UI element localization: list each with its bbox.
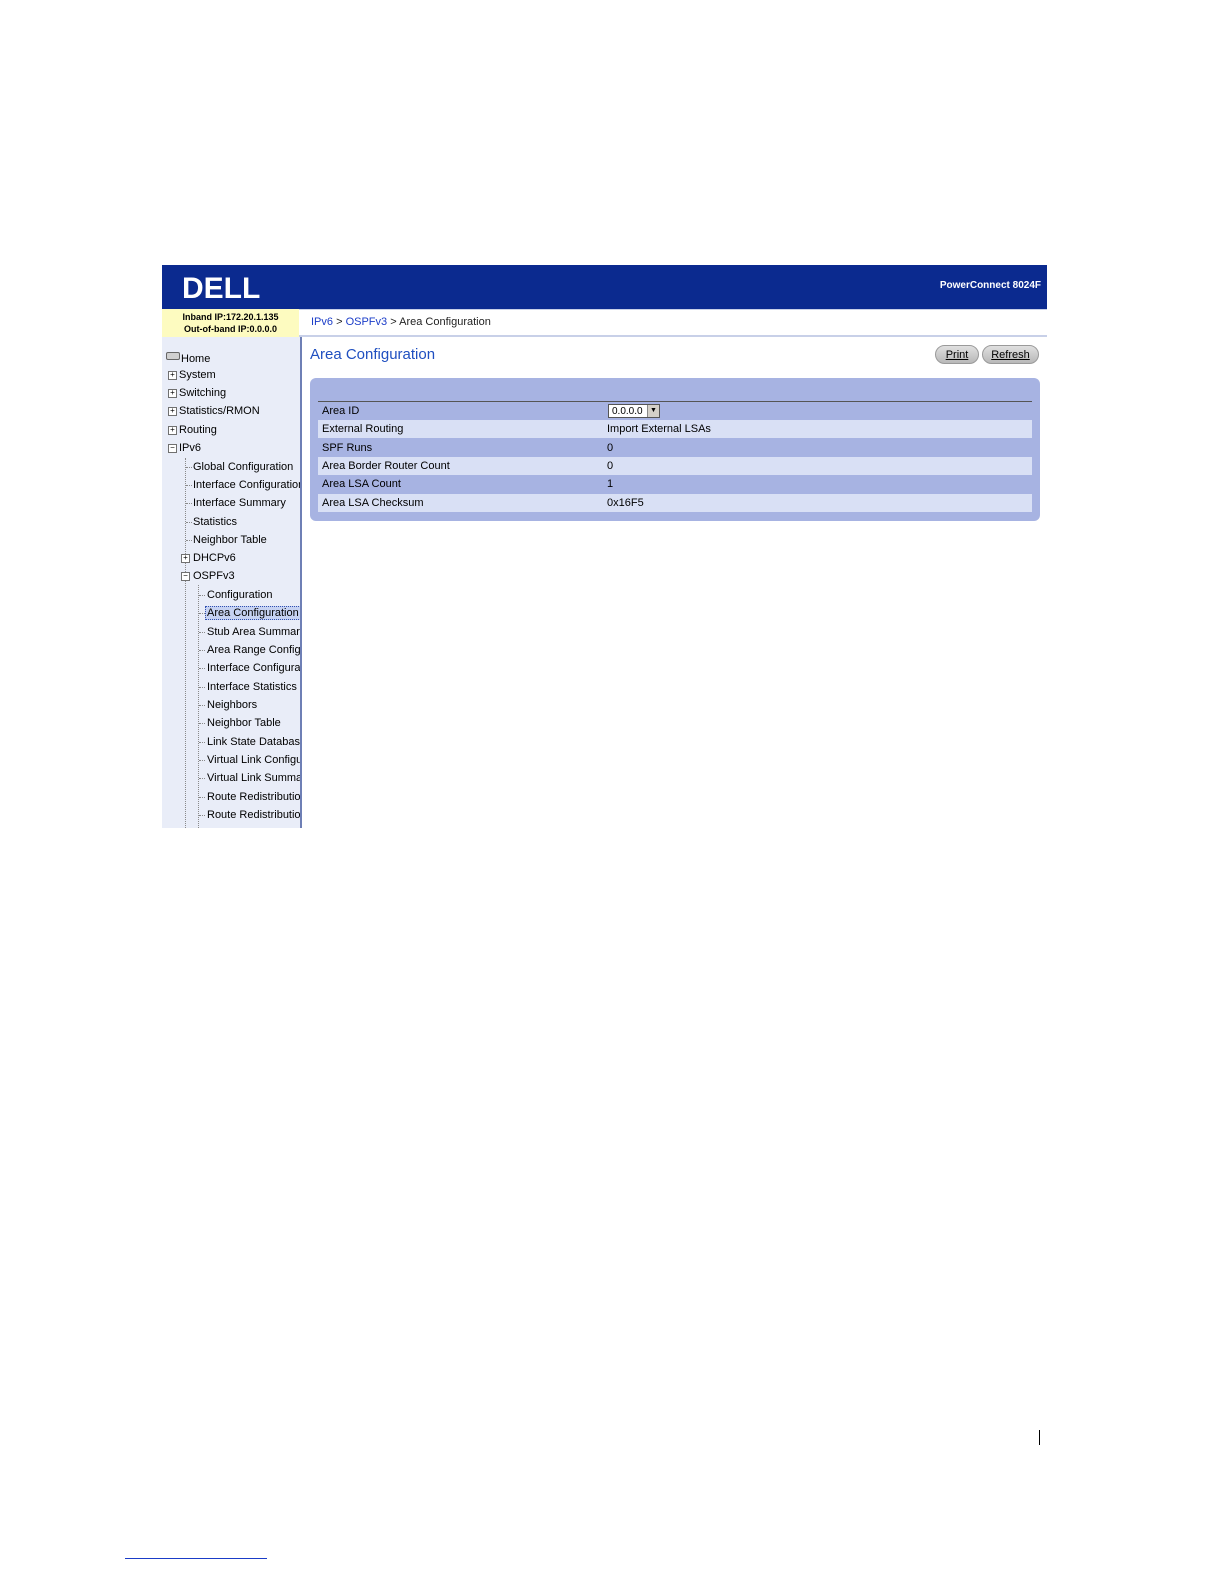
- breadcrumb-separator: >: [390, 316, 397, 328]
- browser-screenshot: DELL PowerConnect 8024F Inband IP:172.20…: [162, 265, 1047, 828]
- sidebar-item-interface-statistics[interactable]: Interface Statistics: [207, 681, 297, 693]
- row-label: SPF Runs: [322, 442, 373, 454]
- tree-branch: [199, 650, 205, 651]
- sidebar-item-statistics-rmon[interactable]: Statistics/RMON: [179, 405, 260, 417]
- area-id-select[interactable]: 0.0.0.0 ▼: [608, 404, 660, 418]
- home-icon: [166, 352, 180, 360]
- row-value: 1: [607, 478, 614, 490]
- tree-branch: [199, 760, 205, 761]
- tree-branch: [199, 632, 205, 633]
- collapse-icon[interactable]: −: [168, 444, 177, 453]
- sidebar-item-virtual-link-configuration[interactable]: Virtual Link Configuration: [207, 754, 300, 766]
- sidebar-item-global-configuration[interactable]: Global Configuration: [193, 461, 293, 473]
- row-label: Area LSA Checksum: [322, 497, 424, 509]
- sidebar-item-ospf-interface-configuration[interactable]: Interface Configuration: [207, 662, 300, 674]
- sidebar-item-home[interactable]: Home: [181, 353, 210, 365]
- print-button[interactable]: Print: [935, 345, 979, 364]
- expand-icon[interactable]: +: [168, 407, 177, 416]
- tree-branch: [186, 485, 192, 486]
- sidebar-item-neighbors[interactable]: Neighbors: [207, 699, 257, 711]
- tree-branch: [199, 723, 205, 724]
- sidebar-item-dhcpv6[interactable]: DHCPv6: [193, 552, 236, 564]
- area-config-panel: Area ID 0.0.0.0 ▼ External Routing Impor…: [310, 378, 1040, 521]
- breadcrumb-separator: >: [336, 316, 343, 328]
- expand-icon[interactable]: +: [168, 426, 177, 435]
- tree-branch: [199, 778, 205, 779]
- row-external-routing: External Routing Import External LSAs: [318, 420, 1032, 438]
- tree-branch: [199, 668, 205, 669]
- expand-icon[interactable]: +: [168, 389, 177, 398]
- breadcrumb-ospfv3-link[interactable]: OSPFv3: [346, 316, 388, 328]
- sidebar-item-ipv6[interactable]: IPv6: [179, 442, 201, 454]
- sidebar-tree: Home + System + Switching + Statistics/R…: [162, 337, 302, 828]
- sidebar-item-area-range-configuration[interactable]: Area Range Configuration: [207, 644, 300, 656]
- row-spf-runs: SPF Runs 0: [318, 439, 1032, 457]
- sidebar-item-ospf-neighbor-table[interactable]: Neighbor Table: [207, 717, 281, 729]
- sidebar-item-ospfv3[interactable]: OSPFv3: [193, 570, 235, 582]
- tree-branch: [186, 540, 192, 541]
- header-banner: DELL PowerConnect 8024F: [162, 265, 1047, 309]
- tree-branch: [199, 687, 205, 688]
- row-area-border-router-count: Area Border Router Count 0: [318, 457, 1032, 475]
- dell-logo: DELL: [182, 272, 260, 305]
- row-value: Import External LSAs: [607, 423, 711, 435]
- sidebar-item-stub-area-summary[interactable]: Stub Area Summary: [207, 626, 300, 638]
- sidebar-item-route-redistribution-summary[interactable]: Route Redistribution: [207, 809, 300, 821]
- sidebar-item-area-configuration[interactable]: Area Configuration: [205, 606, 300, 620]
- row-label: Area LSA Count: [322, 478, 401, 490]
- tree-branch: [186, 503, 192, 504]
- tree-guide-line: [198, 585, 199, 828]
- breadcrumb-current: Area Configuration: [399, 316, 491, 328]
- inband-ip: Inband IP:172.20.1.135: [182, 312, 279, 322]
- sidebar-item-switching[interactable]: Switching: [179, 387, 226, 399]
- sidebar-item-ospf-configuration[interactable]: Configuration: [207, 589, 272, 601]
- sidebar-item-routing[interactable]: Routing: [179, 424, 217, 436]
- tree-branch: [199, 595, 205, 596]
- product-name: PowerConnect 8024F: [939, 280, 1041, 291]
- tree-branch: [199, 797, 205, 798]
- tree-branch: [199, 705, 205, 706]
- dropdown-arrow-icon[interactable]: ▼: [647, 405, 659, 417]
- logo-text: DELL: [182, 272, 260, 305]
- sidebar-item-system[interactable]: System: [179, 369, 216, 381]
- ip-info-box: Inband IP:172.20.1.135 Out-of-band IP:0.…: [162, 309, 299, 337]
- row-value: 0: [607, 460, 614, 472]
- breadcrumb-bar: IPv6 > OSPFv3 > Area Configuration: [299, 309, 1047, 337]
- sidebar-item-statistics[interactable]: Statistics: [193, 516, 237, 528]
- row-value: 0x16F5: [607, 497, 644, 509]
- page-margin-rule: [1039, 1430, 1040, 1445]
- breadcrumb-ipv6-link[interactable]: IPv6: [311, 316, 333, 328]
- row-label: Area Border Router Count: [322, 460, 450, 472]
- sidebar-item-route-redistribution[interactable]: Route Redistribution: [207, 791, 300, 803]
- tree-branch: [199, 742, 205, 743]
- tree-guide-line: [185, 458, 186, 828]
- breadcrumb: IPv6 > OSPFv3 > Area Configuration: [311, 316, 491, 328]
- tree-branch: [199, 815, 205, 816]
- outofband-ip: Out-of-band IP:0.0.0.0: [183, 324, 277, 334]
- collapse-icon[interactable]: −: [181, 572, 190, 581]
- row-value: 0: [607, 442, 614, 454]
- refresh-button[interactable]: Refresh: [982, 345, 1039, 364]
- sidebar-item-interface-configuration[interactable]: Interface Configuration: [193, 479, 300, 491]
- page-title: Area Configuration: [310, 346, 436, 363]
- sidebar-item-neighbor-table[interactable]: Neighbor Table: [193, 534, 267, 546]
- row-label: Area ID: [322, 405, 360, 417]
- footnote-rule: [125, 1558, 267, 1559]
- tree-branch: [186, 522, 192, 523]
- expand-icon[interactable]: +: [181, 554, 190, 563]
- sidebar-item-virtual-link-summary[interactable]: Virtual Link Summary: [207, 772, 300, 784]
- row-area-lsa-checksum: Area LSA Checksum 0x16F5: [318, 494, 1032, 512]
- sidebar-item-link-state-database[interactable]: Link State Database: [207, 736, 300, 748]
- sidebar-item-interface-summary[interactable]: Interface Summary: [193, 497, 286, 509]
- row-area-lsa-count: Area LSA Count 1: [318, 475, 1032, 493]
- area-id-selected-value: 0.0.0.0: [612, 406, 643, 417]
- expand-icon[interactable]: +: [168, 371, 177, 380]
- row-label: External Routing: [322, 423, 404, 435]
- tree-branch: [186, 467, 192, 468]
- row-area-id: Area ID 0.0.0.0 ▼: [318, 402, 1032, 420]
